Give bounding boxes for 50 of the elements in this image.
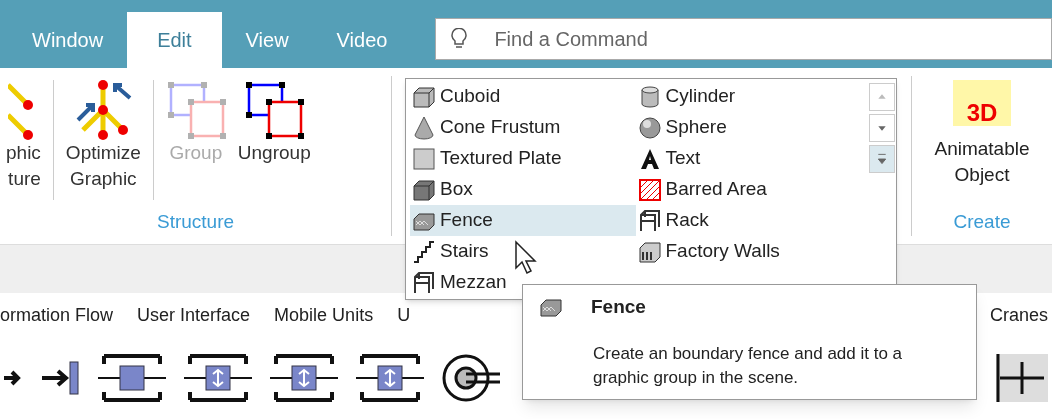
library-tab[interactable]: ormation Flow <box>0 301 114 329</box>
group-label: Create <box>953 209 1011 234</box>
gallery-item[interactable]: Cone Frustum <box>410 112 636 143</box>
ribbon-tab[interactable]: Edit <box>127 12 222 68</box>
gallery-item[interactable]: Fence <box>410 205 636 236</box>
library-tab[interactable]: Mobile Units <box>274 301 374 329</box>
mouse-pointer-icon <box>514 240 540 276</box>
open-box-icon <box>412 177 436 202</box>
gallery-item[interactable]: Rack <box>635 205 861 236</box>
rack-icon <box>637 208 662 233</box>
gallery-item[interactable]: Factory Walls <box>635 236 861 267</box>
ribbon-button[interactable]: Optimize Graphic <box>59 80 147 192</box>
more-icon[interactable] <box>869 145 895 173</box>
group-label: Structure <box>155 209 236 234</box>
gallery-item[interactable]: Text <box>635 143 861 174</box>
gallery-item[interactable]: Barred Area <box>635 174 861 205</box>
tooltip-title: Fence <box>591 295 646 319</box>
block-icon[interactable] <box>268 352 340 404</box>
library-tab[interactable]: U <box>397 301 411 329</box>
plate-icon <box>412 146 436 171</box>
ungrouped-squares-icon <box>244 80 305 140</box>
gallery-item[interactable]: Cylinder <box>635 81 861 112</box>
3d-icon: 3D <box>953 80 1011 126</box>
search-field[interactable]: Find a Command <box>435 18 1052 60</box>
stairs-icon <box>412 239 436 264</box>
plus-box-icon[interactable] <box>996 352 1048 404</box>
gallery-item[interactable]: Textured Plate <box>410 143 636 174</box>
block-icon[interactable] <box>182 352 254 404</box>
target-icon[interactable] <box>440 352 500 404</box>
cube-icon <box>412 84 436 109</box>
gallery-item[interactable]: Box <box>410 174 636 205</box>
library-tab[interactable]: Cranes <box>989 301 1052 329</box>
hatched-square-icon <box>637 177 662 202</box>
cone-icon <box>412 115 436 140</box>
block-icon[interactable] <box>354 352 426 404</box>
gallery-item[interactable]: Stairs <box>410 236 636 267</box>
library-tab[interactable]: User Interface <box>137 301 251 329</box>
ribbon-button[interactable]: Ungroup <box>231 80 317 166</box>
sphere-icon <box>637 115 662 140</box>
ribbon-button[interactable]: phic ture <box>0 80 47 192</box>
gallery-item[interactable]: Sphere <box>635 112 861 143</box>
walls-icon <box>637 239 662 264</box>
rack-icon <box>412 270 436 295</box>
grouped-squares-icon <box>165 80 226 140</box>
tooltip-description: Create an boundary fence and add it to a graphic group in the scene. <box>592 342 904 389</box>
ribbon-button[interactable]: 3D Animatable Object <box>934 76 1030 188</box>
scroll-down-icon[interactable] <box>869 114 895 142</box>
block-icon[interactable] <box>96 352 168 404</box>
gallery-item[interactable]: Cuboid <box>410 81 636 112</box>
lightbulb-icon <box>451 28 468 50</box>
